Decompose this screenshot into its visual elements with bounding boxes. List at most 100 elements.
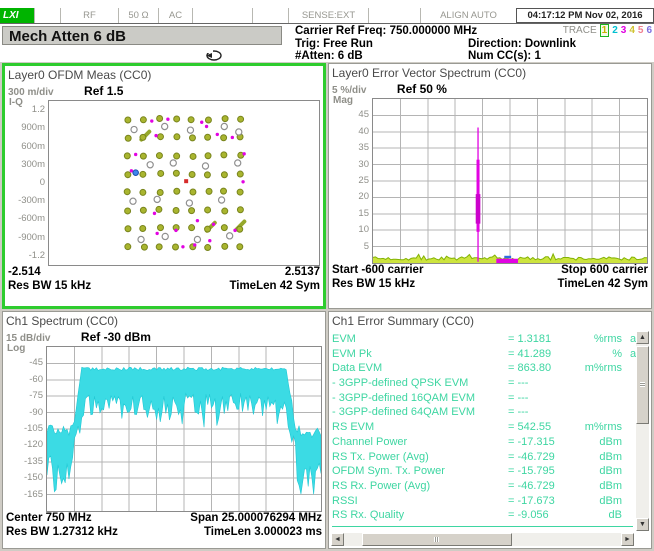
- scroll-right-button[interactable]: ►: [621, 533, 634, 546]
- y-tick-label: 20: [358, 192, 369, 202]
- summary-label: - 3GPP-defined 64QAM EVM: [332, 405, 508, 420]
- y-tick-label: 0: [40, 178, 45, 188]
- continuous-sweep-icon: [204, 49, 224, 62]
- y-tick-label: -150: [24, 473, 43, 483]
- status-bar: LXI RF 50 Ω AC SENSE:EXT ALIGN AUTO 04:1…: [0, 8, 654, 24]
- time-len-readout: TimeLen 3.000023 ms: [204, 526, 322, 540]
- window-error-vector-spectrum[interactable]: Layer0 Error Vector Spectrum (CC0) 5 %/d…: [328, 63, 652, 309]
- vertical-scrollbar[interactable]: ▲ ▼: [636, 331, 649, 531]
- axis-format-label: Log: [7, 343, 25, 354]
- summary-suffix: [622, 376, 631, 391]
- summary-suffix: [622, 405, 631, 420]
- y-tick-label: 10: [358, 225, 369, 235]
- y-tick-label: -90: [29, 408, 43, 418]
- annunciator-sense-ext: SENSE:EXT: [288, 8, 368, 23]
- summary-label: - 3GPP-defined QPSK EVM: [332, 376, 508, 391]
- y-tick-label: 40: [358, 127, 369, 137]
- window-error-summary[interactable]: Ch1 Error Summary (CC0) EVM= 1.3181%rmsa…: [328, 311, 652, 549]
- summary-row-1: EVM= 1.3181%rmsat: [332, 332, 631, 347]
- y-tick-label: -900m: [18, 233, 45, 243]
- summary-value: = -15.795: [508, 464, 574, 479]
- header-right: TRACE123456 Direction: Downlink Num CC(s…: [468, 25, 652, 63]
- ref-level: Ref 50 %: [397, 82, 447, 96]
- scroll-left-button[interactable]: ◄: [331, 533, 344, 546]
- axis-format-label: Mag: [333, 95, 353, 106]
- carrier-ref-freq-readout: Carrier Ref Freq: 750.000000 MHz: [295, 25, 477, 38]
- time-len-readout: TimeLen 42 Sym: [557, 278, 648, 292]
- constellation-plot[interactable]: [48, 100, 320, 266]
- summary-row-2: EVM Pk= 41.289%at: [332, 347, 631, 362]
- status-spacer: [34, 8, 60, 23]
- y-axis: Mag 45403530252015105: [332, 98, 372, 264]
- y-tick-label: -600m: [18, 214, 45, 224]
- summary-label: Data EVM: [332, 361, 508, 376]
- trace-3-button[interactable]: 3: [621, 25, 627, 36]
- annunciator-coupling: AC: [158, 8, 192, 23]
- summary-suffix: [622, 479, 631, 494]
- y-axis: I-Q 1.2900m600m300m0-300m-600m-900m-1.2: [8, 100, 48, 266]
- spectrum-plot[interactable]: [46, 346, 322, 512]
- trace-2-button[interactable]: 2: [612, 25, 618, 36]
- vertical-scrollbar-thumb[interactable]: [636, 346, 649, 424]
- atten-readout: #Atten: 6 dB: [295, 50, 477, 63]
- x-axis-right: Stop 600 carrier: [561, 264, 648, 278]
- horizontal-scrollbar[interactable]: ◄ ►: [331, 533, 634, 546]
- summary-label: RS Rx. Quality: [332, 508, 508, 523]
- summary-unit: [574, 405, 622, 420]
- summary-label: RS Rx. Power (Avg): [332, 479, 508, 494]
- summary-label: RS EVM: [332, 420, 508, 435]
- summary-row-3: Data EVM= 863.80m%rms: [332, 361, 631, 376]
- summary-unit: dBm: [574, 435, 622, 450]
- summary-label: - 3GPP-defined 16QAM EVM: [332, 391, 508, 406]
- scroll-down-button[interactable]: ▼: [636, 518, 649, 531]
- horizontal-scrollbar-thumb[interactable]: [362, 533, 512, 546]
- summary-value: = -46.729: [508, 450, 574, 465]
- window-title: Layer0 Error Vector Spectrum (CC0): [332, 65, 648, 81]
- summary-row-5: - 3GPP-defined 16QAM EVM= ---: [332, 391, 631, 406]
- y-tick-label: 600m: [21, 142, 45, 152]
- ref-level: Ref 1.5: [84, 84, 123, 98]
- y-tick-label: -300m: [18, 196, 45, 206]
- window-ofdm-meas[interactable]: Layer0 OFDM Meas (CC0) 300 m/div Ref 1.5…: [2, 63, 326, 309]
- summary-suffix: [622, 361, 631, 376]
- summary-value: = 542.55: [508, 420, 574, 435]
- summary-value: = ---: [508, 405, 574, 420]
- summary-row-9: RS Tx. Power (Avg)= -46.729dBm: [332, 450, 631, 465]
- status-spacer: [252, 8, 288, 23]
- axis-format-label: I-Q: [9, 97, 23, 108]
- measurement-header: Mech Atten 6 dB Carrier Ref Freq: 750.00…: [0, 25, 654, 62]
- trace-6-button[interactable]: 6: [646, 25, 652, 36]
- summary-suffix: [622, 508, 631, 523]
- y-tick-label: 30: [358, 160, 369, 170]
- summary-label: OFDM Sym. Tx. Power: [332, 464, 508, 479]
- summary-value: = -17.673: [508, 494, 574, 509]
- res-bw-readout: Res BW 15 kHz: [332, 278, 415, 292]
- trace-5-button[interactable]: 5: [638, 25, 644, 36]
- x-axis-left: -2.514: [8, 266, 41, 280]
- summary-unit: %: [574, 347, 622, 362]
- y-tick-label: 900m: [21, 123, 45, 133]
- summary-label: RSSI: [332, 494, 508, 509]
- y-axis: Log -45-60-75-90-105-120-135-150-165: [6, 346, 46, 512]
- window-ch1-spectrum[interactable]: Ch1 Spectrum (CC0) 15 dB/div Ref -30 dBm…: [2, 311, 326, 549]
- y-tick-label: -135: [24, 457, 43, 467]
- summary-unit: [574, 376, 622, 391]
- trace-1-button[interactable]: 1: [600, 24, 610, 37]
- horizontal-scrollbar-track[interactable]: [344, 533, 621, 546]
- trace-4-button[interactable]: 4: [629, 25, 635, 36]
- x-axis-right: 2.5137: [285, 266, 320, 280]
- scroll-up-button[interactable]: ▲: [636, 331, 649, 344]
- summary-value: = -46.729: [508, 479, 574, 494]
- trace-selector: TRACE123456: [468, 25, 652, 38]
- summary-value: = -17.315: [508, 435, 574, 450]
- summary-unit: dBm: [574, 464, 622, 479]
- summary-row-12: RSSI= -17.673dBm: [332, 494, 631, 509]
- summary-value: = 1.3181: [508, 332, 574, 347]
- vsa-application-window: LXI RF 50 Ω AC SENSE:EXT ALIGN AUTO 04:1…: [0, 0, 654, 551]
- y-tick-label: 300m: [21, 160, 45, 170]
- y-tick-label: -105: [24, 424, 43, 434]
- error-vector-spectrum-plot[interactable]: [372, 98, 648, 264]
- window-grid: Layer0 OFDM Meas (CC0) 300 m/div Ref 1.5…: [0, 62, 654, 551]
- y-tick-label: 45: [358, 110, 369, 120]
- y-tick-label: 5: [364, 242, 369, 252]
